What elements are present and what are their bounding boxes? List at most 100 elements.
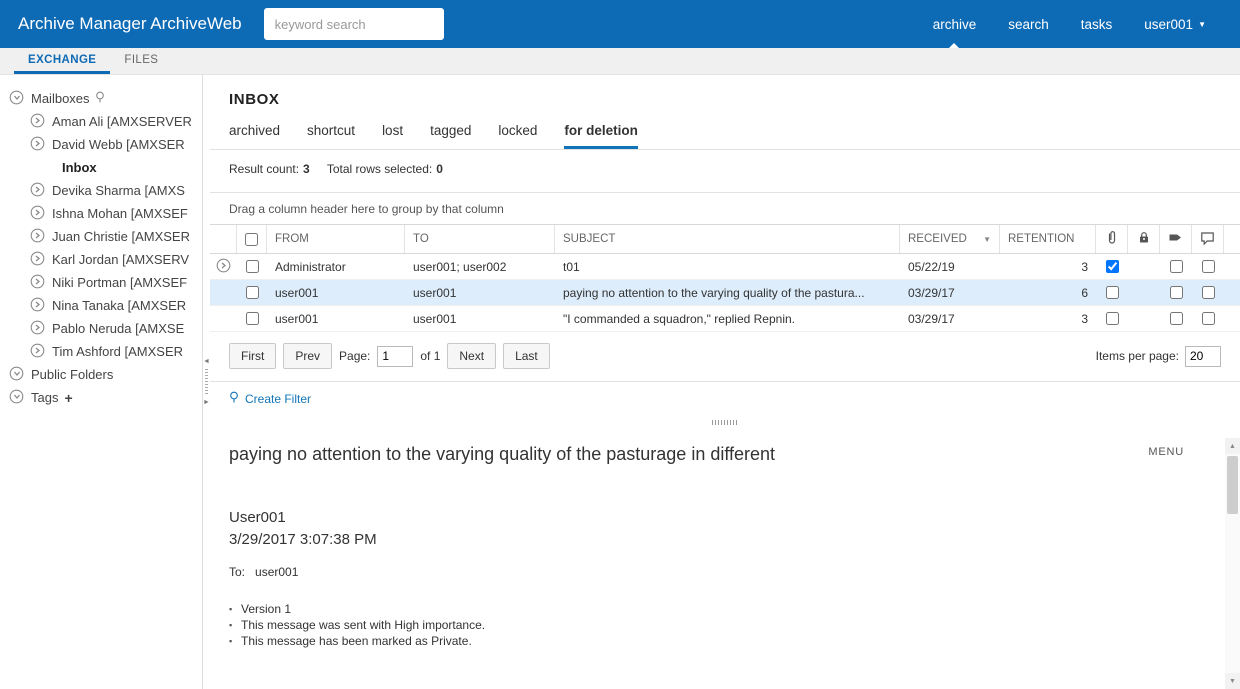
paperclip-icon bbox=[1105, 230, 1119, 248]
collapse-left-icon[interactable]: ◄ bbox=[203, 358, 210, 365]
expand-right-icon[interactable]: ► bbox=[203, 399, 210, 406]
preview-flag-item: This message has been marked as Private. bbox=[229, 633, 1194, 649]
tree-item-mailbox[interactable]: David Webb [AMXSER bbox=[0, 133, 202, 156]
preview-flag-item: This message was sent with High importan… bbox=[229, 617, 1194, 633]
lock-icon bbox=[1137, 230, 1151, 248]
view-tab-locked[interactable]: locked bbox=[498, 123, 537, 149]
comment-checkbox[interactable] bbox=[1201, 260, 1215, 273]
tree-item-mailbox[interactable]: Tim Ashford [AMXSER bbox=[0, 340, 202, 363]
app-title: Archive Manager ArchiveWeb bbox=[18, 14, 242, 33]
view-tab-tagged[interactable]: tagged bbox=[430, 123, 471, 149]
nav-tasks[interactable]: tasks bbox=[1065, 0, 1129, 48]
tree-item-public-folders[interactable]: Public Folders bbox=[0, 363, 202, 386]
tree-item-mailbox[interactable]: Aman Ali [AMXSERVER bbox=[0, 110, 202, 133]
tree-item-label: Karl Jordan [AMXSERV bbox=[52, 252, 190, 267]
first-page-button[interactable]: First bbox=[229, 343, 277, 369]
message-row[interactable]: Administrator user001; user002 t01 05/22… bbox=[210, 254, 1240, 280]
column-header-subject[interactable]: SUBJECT bbox=[555, 225, 900, 253]
cell-received: 03/29/17 bbox=[908, 285, 955, 300]
tab-exchange[interactable]: EXCHANGE bbox=[14, 48, 111, 74]
sort-dropdown-icon[interactable]: ▼ bbox=[983, 235, 991, 244]
create-filter-link[interactable]: Create Filter bbox=[229, 391, 311, 406]
sidebar-splitter[interactable]: ◄ ► bbox=[202, 75, 210, 689]
next-page-button[interactable]: Next bbox=[447, 343, 497, 369]
column-header-from[interactable]: FROM bbox=[267, 225, 405, 253]
preview-scrollbar[interactable]: ▲ ▼ bbox=[1225, 438, 1240, 689]
view-tab-archived[interactable]: archived bbox=[229, 123, 280, 149]
tree-item-tags[interactable]: Tags + bbox=[0, 386, 202, 409]
preview-subject: paying no attention to the varying quali… bbox=[229, 444, 776, 464]
tree-item-label: Mailboxes bbox=[31, 91, 90, 106]
filter-search-icon[interactable] bbox=[95, 91, 106, 106]
page-label: Page: bbox=[339, 349, 371, 363]
tagged-checkbox[interactable] bbox=[1169, 260, 1183, 273]
scrollbar-thumb[interactable] bbox=[1227, 456, 1238, 514]
add-tag-button[interactable]: + bbox=[64, 390, 72, 406]
last-page-button[interactable]: Last bbox=[503, 343, 550, 369]
attachment-checkbox[interactable] bbox=[1105, 260, 1119, 273]
tree-item-mailbox[interactable]: Niki Portman [AMXSEF bbox=[0, 271, 202, 294]
tree-item-mailboxes[interactable]: Mailboxes bbox=[0, 87, 202, 110]
column-header-attachment[interactable] bbox=[1096, 225, 1128, 253]
nav-search[interactable]: search bbox=[992, 0, 1065, 48]
row-checkbox[interactable] bbox=[245, 260, 259, 273]
column-header-tagged[interactable] bbox=[1160, 225, 1192, 253]
page-number-input[interactable] bbox=[377, 345, 414, 367]
page-of-label: of 1 bbox=[420, 349, 441, 363]
grid-header-row: FROM TO SUBJECT RECEIVED ▼ RETENTION bbox=[210, 224, 1240, 254]
items-per-page-input[interactable] bbox=[1185, 345, 1221, 367]
tagged-checkbox[interactable] bbox=[1169, 312, 1183, 325]
nav-user-menu[interactable]: user001 ▼ bbox=[1128, 0, 1222, 48]
select-all-checkbox[interactable] bbox=[245, 232, 258, 246]
view-tab-for-deletion[interactable]: for deletion bbox=[564, 123, 638, 149]
tree-item-mailbox[interactable]: Devika Sharma [AMXS bbox=[0, 179, 202, 202]
circle-arrow-icon bbox=[30, 320, 45, 338]
scroll-down-icon[interactable]: ▼ bbox=[1225, 673, 1240, 689]
scroll-up-icon[interactable]: ▲ bbox=[1225, 438, 1240, 454]
tree-item-label: Pablo Neruda [AMXSE bbox=[52, 321, 185, 336]
column-header-comment[interactable] bbox=[1192, 225, 1224, 253]
attachment-checkbox[interactable] bbox=[1105, 286, 1119, 299]
scrollbar-track[interactable] bbox=[1225, 454, 1240, 673]
tagged-checkbox[interactable] bbox=[1169, 286, 1183, 299]
tree-item-label: Juan Christie [AMXSER bbox=[52, 229, 190, 244]
column-header-to[interactable]: TO bbox=[405, 225, 555, 253]
items-per-page-label: Items per page: bbox=[1095, 349, 1179, 363]
view-tab-lost[interactable]: lost bbox=[382, 123, 403, 149]
cell-from: user001 bbox=[275, 285, 319, 300]
tree-item-mailbox[interactable]: Pablo Neruda [AMXSE bbox=[0, 317, 202, 340]
column-header-locked[interactable] bbox=[1128, 225, 1160, 253]
pagination-bar: First Prev Page: of 1 Next Last Items pe… bbox=[210, 332, 1240, 382]
preview-splitter[interactable] bbox=[210, 415, 1240, 430]
view-tab-shortcut[interactable]: shortcut bbox=[307, 123, 355, 149]
tree-item-inbox-selected[interactable]: Inbox bbox=[0, 156, 202, 179]
preview-menu-button[interactable]: MENU bbox=[1148, 446, 1184, 458]
expand-row-icon[interactable] bbox=[216, 258, 231, 276]
row-checkbox[interactable] bbox=[245, 286, 259, 299]
prev-page-button[interactable]: Prev bbox=[283, 343, 333, 369]
comment-checkbox[interactable] bbox=[1201, 286, 1215, 299]
message-preview: paying no attention to the varying quali… bbox=[210, 430, 1240, 689]
cell-subject: t01 bbox=[563, 259, 580, 274]
keyword-search-input[interactable] bbox=[263, 8, 444, 40]
circle-arrow-icon bbox=[30, 297, 45, 315]
message-row-selected[interactable]: user001 user001 paying no attention to t… bbox=[210, 280, 1240, 306]
tree-item-mailbox[interactable]: Karl Jordan [AMXSERV bbox=[0, 248, 202, 271]
tab-files[interactable]: FILES bbox=[110, 48, 172, 74]
circle-arrow-icon bbox=[30, 343, 45, 361]
comment-checkbox[interactable] bbox=[1201, 312, 1215, 325]
column-header-received[interactable]: RECEIVED ▼ bbox=[900, 225, 1000, 253]
column-header-retention[interactable]: RETENTION bbox=[1000, 225, 1096, 253]
message-grid: FROM TO SUBJECT RECEIVED ▼ RETENTION Adm… bbox=[210, 224, 1240, 332]
message-row[interactable]: user001 user001 "I commanded a squadron,… bbox=[210, 306, 1240, 332]
select-all-checkbox-cell bbox=[237, 225, 267, 253]
tree-item-mailbox[interactable]: Juan Christie [AMXSER bbox=[0, 225, 202, 248]
splitter-grip bbox=[712, 420, 738, 425]
row-checkbox[interactable] bbox=[245, 312, 259, 325]
chevron-down-icon: ▼ bbox=[1198, 19, 1206, 29]
nav-archive[interactable]: archive bbox=[917, 0, 993, 48]
tree-item-mailbox[interactable]: Ishna Mohan [AMXSEF bbox=[0, 202, 202, 225]
circle-arrow-icon bbox=[30, 182, 45, 200]
attachment-checkbox[interactable] bbox=[1105, 312, 1119, 325]
tree-item-mailbox[interactable]: Nina Tanaka [AMXSER bbox=[0, 294, 202, 317]
